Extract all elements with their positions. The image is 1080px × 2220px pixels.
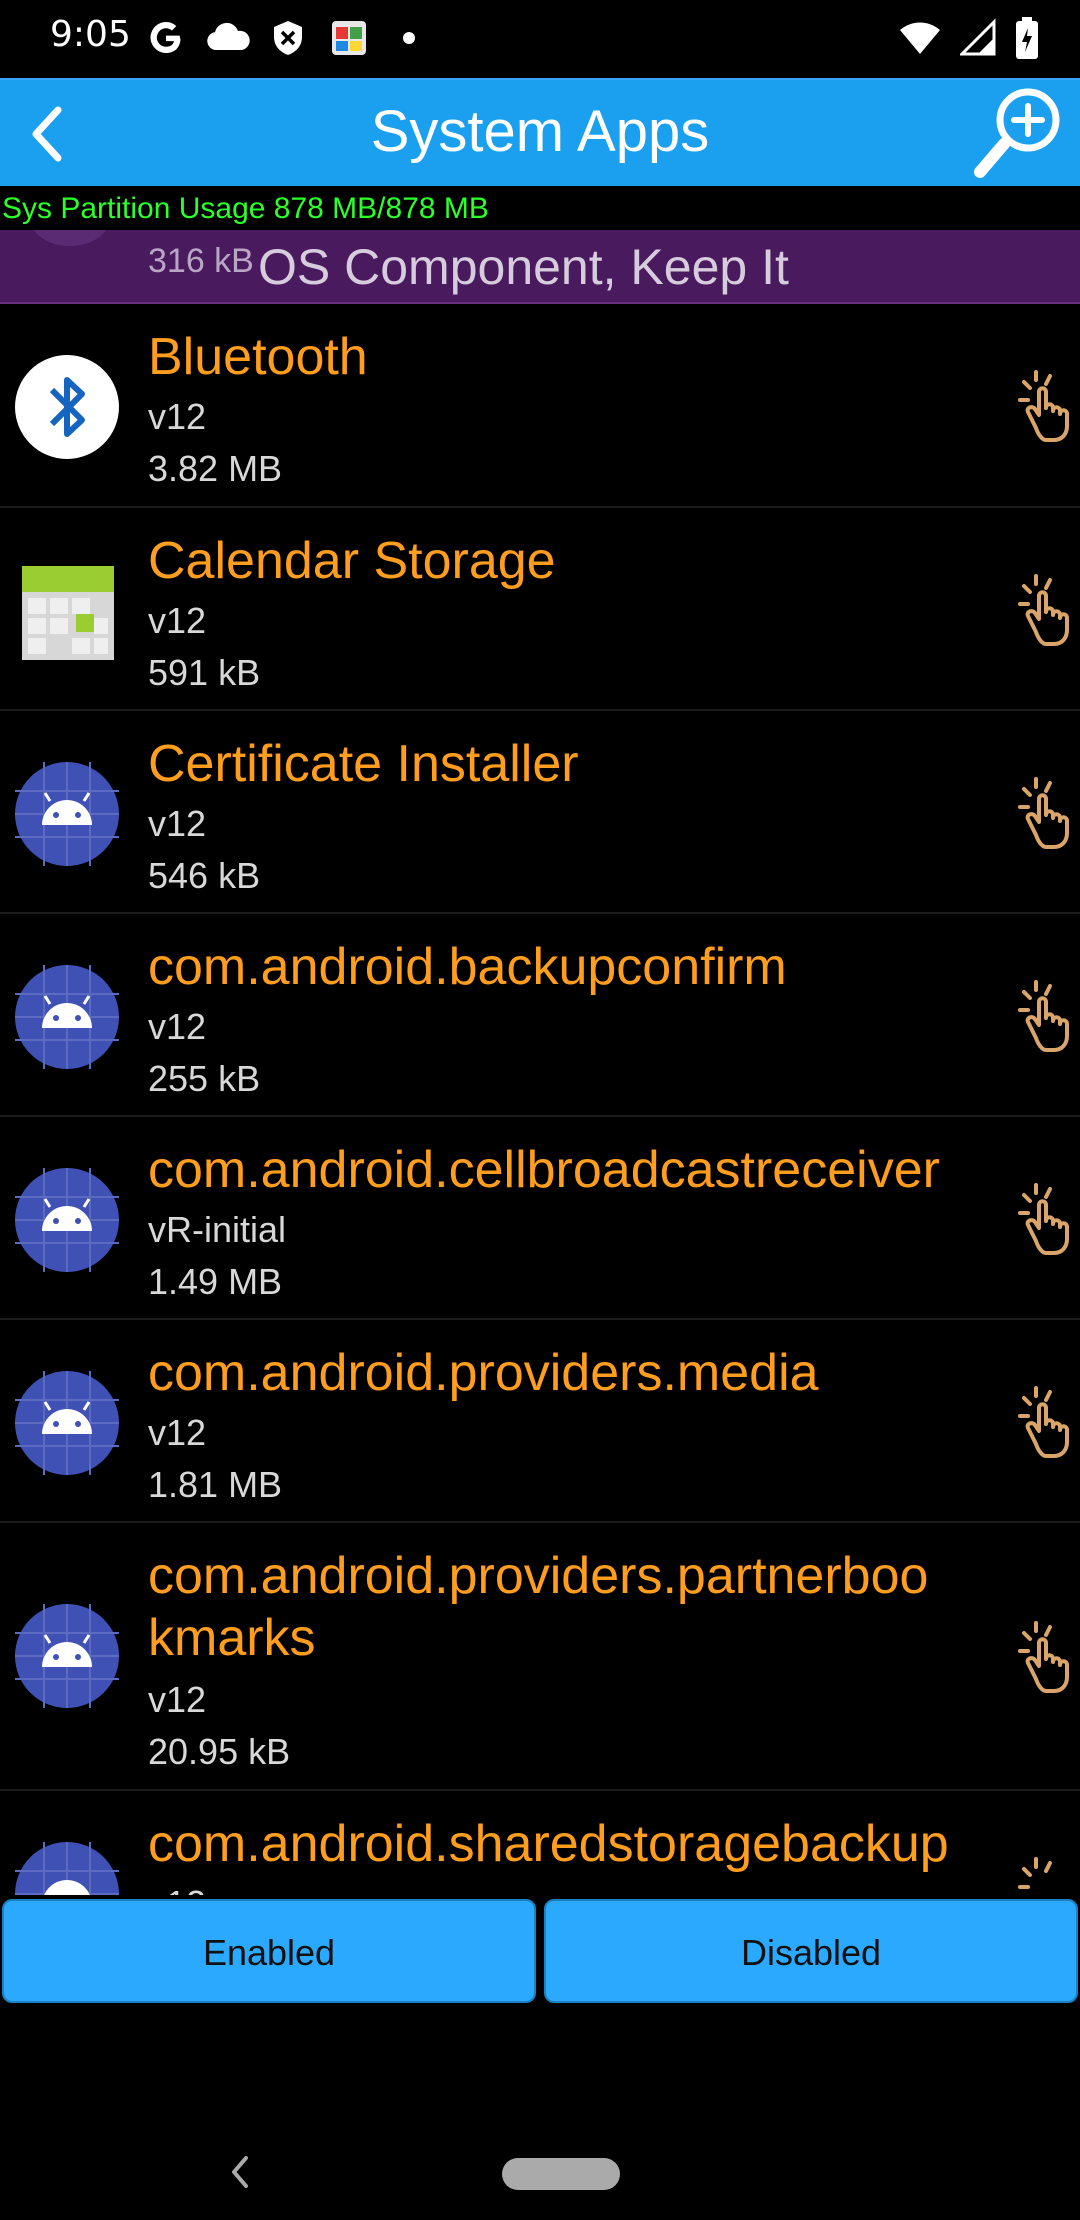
list-item[interactable]: Calendar Storage v12 591 kB — [0, 508, 1080, 711]
app-version: v12 — [148, 1883, 206, 1895]
app-name: com.android.cellbroadcastreceiver — [148, 1141, 940, 1199]
nav-back-icon[interactable] — [224, 2152, 256, 2192]
app-name: com.android.backupconfirm — [148, 938, 787, 996]
disabled-button[interactable]: Disabled — [544, 1899, 1078, 2003]
list-item[interactable]: com.android.providers.media v12 1.81 MB — [0, 1320, 1080, 1523]
banner-size: 316 kB — [148, 242, 254, 280]
list-item[interactable]: com.android.sharedstoragebackup v12 — [0, 1791, 1080, 1895]
wifi-icon — [900, 22, 940, 54]
app-icon-partial — [30, 230, 110, 246]
nav-home-pill[interactable] — [502, 2158, 620, 2190]
app-size: 546 kB — [148, 855, 261, 896]
page-title: System Apps — [370, 99, 710, 164]
partition-usage: Sys Partition Usage 878 MB/878 MB — [0, 188, 1080, 230]
status-icons-right — [898, 16, 1040, 60]
google-icon — [150, 22, 181, 53]
tap-hand-icon[interactable] — [1010, 1855, 1080, 1895]
zoom-in-icon[interactable] — [966, 82, 1070, 186]
android-icon — [15, 965, 119, 1069]
battery-icon — [1016, 17, 1038, 59]
app-size: 1.49 MB — [148, 1261, 283, 1302]
tap-hand-icon[interactable] — [1010, 572, 1080, 646]
app-size: 255 kB — [148, 1058, 261, 1099]
os-component-banner: 316 kB OS Component, Keep It — [0, 230, 1080, 304]
tap-hand-icon[interactable] — [1010, 978, 1080, 1052]
banner-text: OS Component, Keep It — [258, 239, 789, 295]
app-bar: System Apps — [0, 78, 1080, 186]
app-version: v12 — [148, 396, 207, 437]
app-version: vR-initial — [148, 1209, 287, 1250]
app-version: v12 — [148, 1006, 207, 1047]
signal-icon — [960, 18, 996, 56]
cloud-icon — [207, 22, 250, 50]
android-icon — [15, 762, 119, 866]
android-icon — [15, 1842, 119, 1895]
tap-hand-icon[interactable] — [1010, 368, 1080, 442]
list-item[interactable]: com.android.cellbroadcastreceiver vR-ini… — [0, 1117, 1080, 1320]
app-name: Bluetooth — [148, 328, 368, 386]
android-icon — [15, 1604, 119, 1708]
status-bar: 9:05 — [0, 0, 1080, 78]
android-icon — [15, 1371, 119, 1475]
tap-hand-icon[interactable] — [1010, 1384, 1080, 1458]
app-size: 1.81 MB — [148, 1464, 283, 1505]
calendar-icon — [22, 566, 114, 660]
app-version: v12 — [148, 1412, 207, 1453]
list-item[interactable]: Certificate Installer v12 546 kB — [0, 711, 1080, 914]
tap-hand-icon[interactable] — [1010, 775, 1080, 849]
navigation-bar — [0, 2060, 1080, 2220]
bluetooth-icon — [15, 355, 119, 459]
dot-icon — [403, 32, 415, 44]
tap-hand-icon[interactable] — [1010, 1181, 1080, 1255]
app-size: 20.95 kB — [148, 1731, 291, 1772]
app-size: 591 kB — [148, 652, 261, 693]
app-name: com.android.providers.media — [148, 1344, 819, 1402]
filter-button-bar: Enabled Disabled — [0, 1895, 1080, 2005]
app-icon — [332, 21, 366, 55]
tap-hand-icon[interactable] — [1010, 1619, 1080, 1693]
android-icon — [15, 1168, 119, 1272]
shield-icon — [274, 21, 302, 55]
app-name: com.android.sharedstoragebackup — [148, 1815, 949, 1873]
app-name: Certificate Installer — [148, 735, 579, 793]
app-list[interactable]: 316 kB OS Component, Keep It Bluetooth v… — [0, 230, 1080, 1895]
app-version: v12 — [148, 803, 207, 844]
app-version: v12 — [148, 1679, 207, 1720]
list-item[interactable]: com.android.providers.partnerboo kmarks … — [0, 1523, 1080, 1791]
status-time: 9:05 — [50, 14, 131, 55]
enabled-button[interactable]: Enabled — [2, 1899, 536, 2003]
app-name: com.android.providers.partnerboo kmarks — [148, 1547, 929, 1667]
app-version: v12 — [148, 600, 207, 641]
list-item[interactable]: com.android.backupconfirm v12 255 kB — [0, 914, 1080, 1117]
app-size: 3.82 MB — [148, 448, 283, 489]
app-name: Calendar Storage — [148, 532, 556, 590]
list-item[interactable]: Bluetooth v12 3.82 MB — [0, 304, 1080, 508]
